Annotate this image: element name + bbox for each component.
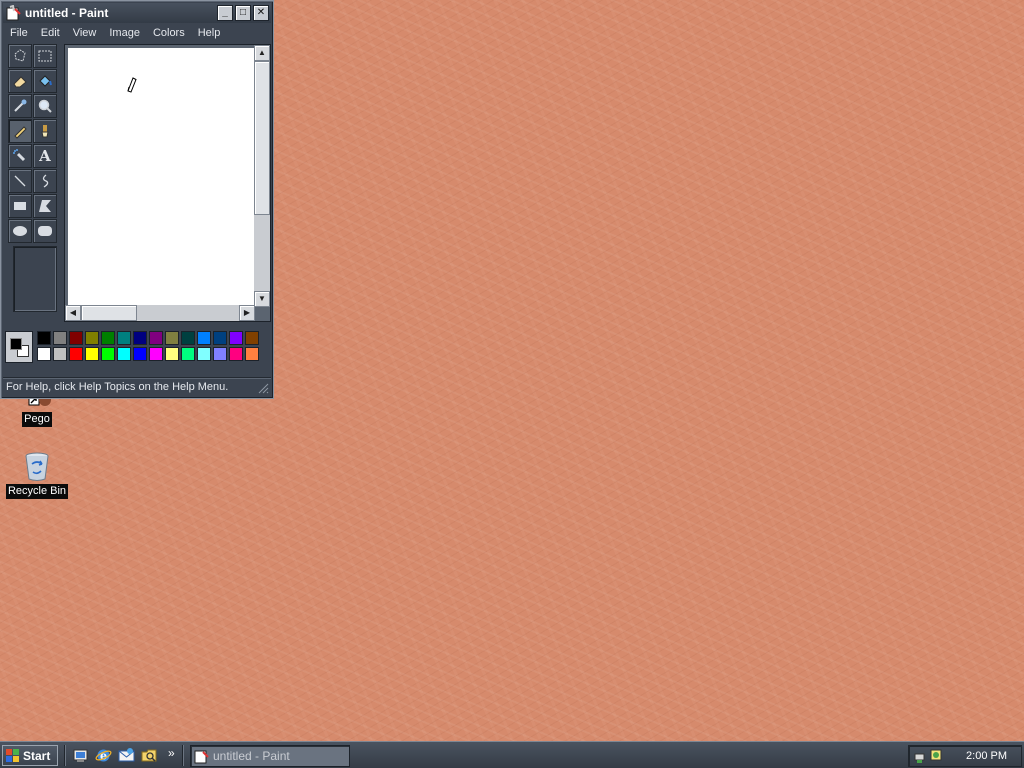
scroll-down-button[interactable]: ▼ — [254, 291, 270, 307]
menu-colors[interactable]: Colors — [146, 27, 191, 39]
foreground-color — [10, 338, 22, 350]
palette-swatch[interactable] — [101, 331, 115, 345]
palette-swatch[interactable] — [85, 331, 99, 345]
system-tray: 2:00 PM — [908, 745, 1022, 767]
current-colors[interactable] — [5, 331, 33, 363]
title-bar[interactable]: untitled - Paint _ □ ✕ — [3, 3, 271, 23]
palette-swatch[interactable] — [165, 347, 179, 361]
taskbar-button-label: untitled - Paint — [213, 749, 290, 763]
tool-options-box[interactable] — [13, 246, 57, 312]
window-title: untitled - Paint — [25, 6, 109, 20]
start-button[interactable]: Start — [2, 745, 58, 766]
palette-swatch[interactable] — [197, 331, 211, 345]
internet-explorer-icon[interactable]: e — [95, 747, 112, 764]
scroll-left-button[interactable]: ◀ — [65, 305, 81, 321]
status-bar: For Help, click Help Topics on the Help … — [3, 377, 271, 396]
vertical-scroll-thumb[interactable] — [254, 61, 270, 215]
minimize-button[interactable]: _ — [217, 5, 233, 21]
taskbar: Start e » untitled - Paint 2:00 PM — [0, 741, 1024, 768]
text-tool-glyph: A — [39, 147, 51, 165]
desktop-icon-label: Recycle Bin — [5, 484, 69, 499]
palette-swatch[interactable] — [133, 347, 147, 361]
palette-swatch[interactable] — [181, 347, 195, 361]
recycle-bin-icon — [21, 450, 53, 482]
text-icon[interactable]: A — [33, 144, 57, 168]
rect-select-icon[interactable] — [33, 44, 57, 68]
palette-swatch[interactable] — [149, 347, 163, 361]
menu-help[interactable]: Help — [191, 27, 227, 39]
menu-view[interactable]: View — [66, 27, 103, 39]
palette-swatch[interactable] — [37, 331, 51, 345]
airbrush-icon[interactable] — [8, 144, 32, 168]
rectangle-icon[interactable] — [8, 194, 32, 218]
drawing-canvas[interactable] — [68, 48, 254, 306]
taskbar-separator — [64, 745, 66, 766]
pencil-cursor-icon — [127, 77, 137, 93]
polygon-icon[interactable] — [33, 194, 57, 218]
menu-edit[interactable]: Edit — [34, 27, 66, 39]
taskbar-separator — [182, 745, 184, 766]
close-button[interactable]: ✕ — [253, 5, 269, 21]
color-palette — [5, 331, 267, 365]
palette-swatch[interactable] — [245, 331, 259, 345]
ellipse-icon[interactable] — [8, 219, 32, 243]
pencil-icon[interactable] — [8, 119, 32, 143]
taskbar-button-paint[interactable]: untitled - Paint — [190, 745, 350, 767]
line-icon[interactable] — [8, 169, 32, 193]
palette-swatch[interactable] — [53, 347, 67, 361]
palette-swatch[interactable] — [37, 347, 51, 361]
palette-swatch[interactable] — [229, 347, 243, 361]
clock[interactable]: 2:00 PM — [966, 750, 1007, 762]
scroll-right-button[interactable]: ▶ — [239, 305, 255, 321]
desktop-icon-recycle-bin[interactable]: Recycle Bin — [2, 450, 72, 499]
windows-explorer-icon[interactable] — [141, 747, 158, 764]
rounded-rect-icon[interactable] — [33, 219, 57, 243]
curve-icon[interactable] — [33, 169, 57, 193]
toolbox: A — [6, 44, 60, 316]
palette-swatch[interactable] — [245, 347, 259, 361]
canvas-area: ▲ ▼ ◀ ▶ — [64, 44, 271, 322]
palette-swatch[interactable] — [53, 331, 67, 345]
palette-swatch[interactable] — [229, 331, 243, 345]
paint-app-icon — [6, 4, 22, 21]
network-icon[interactable] — [914, 748, 930, 764]
palette-swatch[interactable] — [117, 347, 131, 361]
menu-file[interactable]: File — [3, 27, 34, 39]
palette-swatch[interactable] — [69, 331, 83, 345]
scroll-up-button[interactable]: ▲ — [254, 45, 270, 61]
show-desktop-icon[interactable] — [72, 747, 89, 764]
eraser-icon[interactable] — [8, 69, 32, 93]
resize-grip-icon[interactable] — [257, 382, 269, 394]
palette-swatch[interactable] — [149, 331, 163, 345]
palette-swatch[interactable] — [69, 347, 83, 361]
horizontal-scroll-thumb[interactable] — [81, 305, 137, 321]
palette-swatch[interactable] — [213, 347, 227, 361]
palette-swatch[interactable] — [117, 331, 131, 345]
volume-icon[interactable] — [929, 747, 943, 763]
magnifier-icon[interactable] — [33, 94, 57, 118]
horizontal-scrollbar[interactable]: ◀ ▶ — [65, 305, 255, 321]
maximize-button[interactable]: □ — [235, 5, 251, 21]
vertical-scrollbar[interactable]: ▲ ▼ — [254, 45, 270, 307]
menu-bar: File Edit View Image Colors Help — [3, 24, 271, 42]
color-picker-icon[interactable] — [8, 94, 32, 118]
menu-image[interactable]: Image — [102, 27, 146, 39]
palette-swatch[interactable] — [213, 331, 227, 345]
palette-swatch[interactable] — [101, 347, 115, 361]
palette-swatch[interactable] — [85, 347, 99, 361]
start-label: Start — [23, 748, 51, 763]
fill-icon[interactable] — [33, 69, 57, 93]
paint-app-icon — [194, 750, 209, 764]
quicklaunch-chevron[interactable]: » — [168, 746, 175, 760]
free-select-icon[interactable] — [8, 44, 32, 68]
palette-swatch[interactable] — [165, 331, 179, 345]
desktop-icon-label: Pego — [22, 412, 52, 427]
palette-swatch[interactable] — [181, 331, 195, 345]
palette-swatch[interactable] — [133, 331, 147, 345]
brush-icon[interactable] — [33, 119, 57, 143]
windows-flag-icon — [6, 748, 19, 762]
palette-swatch[interactable] — [197, 347, 211, 361]
outlook-express-icon[interactable] — [118, 747, 135, 764]
paint-window: untitled - Paint _ □ ✕ File Edit View Im… — [0, 0, 274, 399]
